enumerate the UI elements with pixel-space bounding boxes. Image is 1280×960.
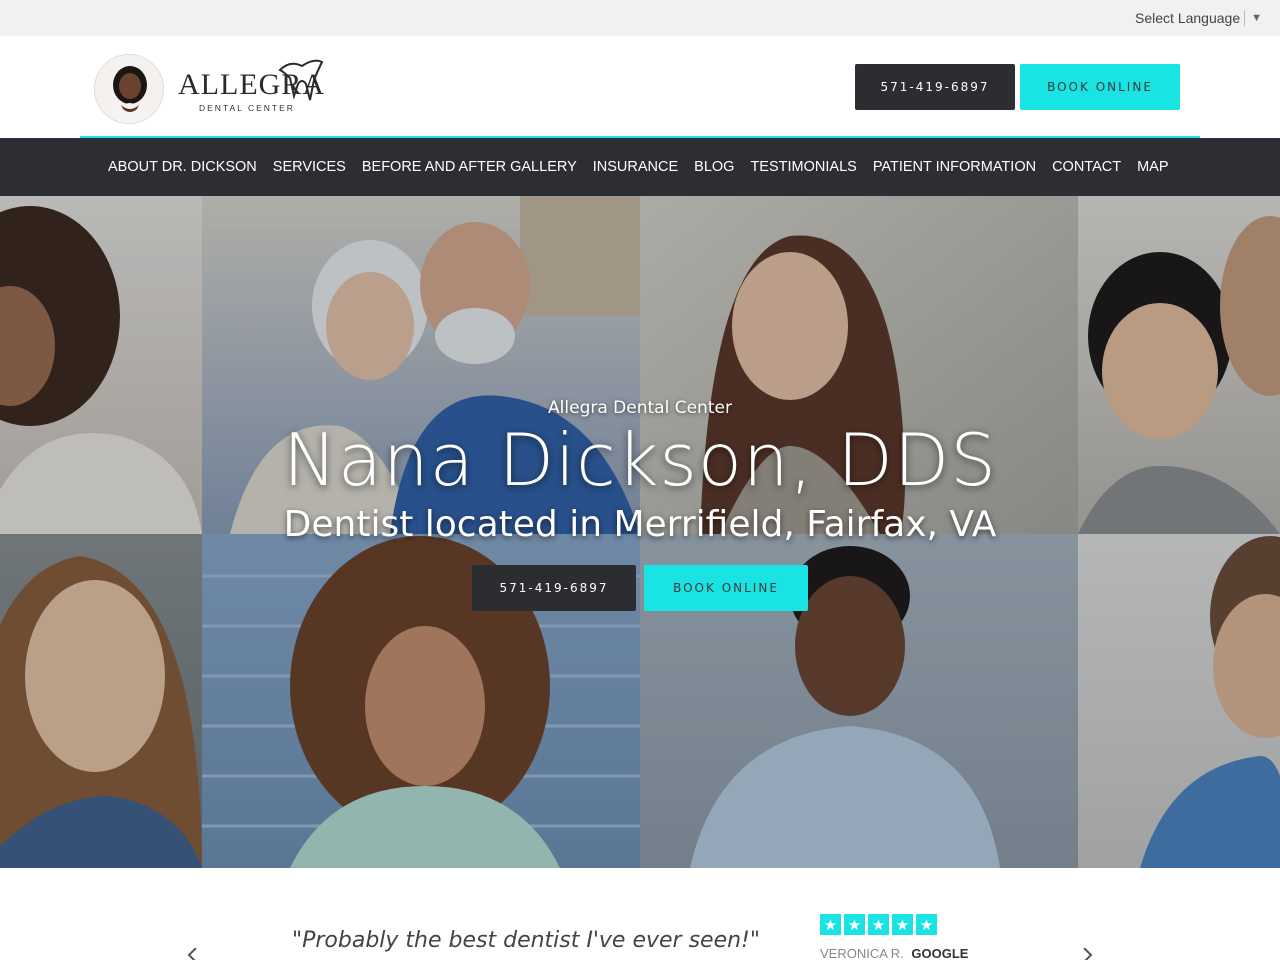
language-select-label: Select Language	[1135, 10, 1241, 26]
star-icon: ★	[844, 914, 865, 935]
review-quote: "Probably the best dentist I've ever see…	[292, 928, 760, 953]
main-nav: ABOUT DR. DICKSON SERVICES BEFORE AND AF…	[0, 138, 1280, 196]
hero-phone-button[interactable]: 571-419-6897	[472, 565, 636, 611]
hero-book-online-button[interactable]: BOOK ONLINE	[644, 565, 808, 611]
nav-item-gallery[interactable]: BEFORE AND AFTER GALLERY	[354, 159, 585, 175]
star-icon: ★	[820, 914, 841, 935]
nav-item-testimonials[interactable]: TESTIMONIALS	[742, 159, 864, 175]
reviewer: VERONICA R. GOOGLE	[820, 946, 968, 960]
header-phone-button[interactable]: 571-419-6897	[855, 64, 1015, 110]
star-icon: ★	[916, 914, 937, 935]
hero-banner: Allegra Dental Center Nana Dickson, DDS …	[0, 196, 1280, 868]
nav-item-insurance[interactable]: INSURANCE	[585, 159, 686, 175]
star-icon: ★	[892, 914, 913, 935]
review-rating: ★ ★ ★ ★ ★	[820, 914, 937, 935]
logo-name: ALLEGRA	[178, 68, 325, 101]
nav-item-map[interactable]: MAP	[1129, 159, 1176, 175]
logo[interactable]: ALLEGRA DENTAL CENTER	[176, 56, 326, 118]
hero-title: Nana Dickson, DDS	[283, 418, 997, 502]
header-book-online-button[interactable]: BOOK ONLINE	[1020, 64, 1180, 110]
logo-subtitle: DENTAL CENTER	[199, 103, 295, 113]
chevron-left-icon[interactable]	[186, 948, 200, 960]
doctor-avatar	[94, 54, 164, 124]
nav-item-blog[interactable]: BLOG	[686, 159, 742, 175]
nav-item-contact[interactable]: CONTACT	[1044, 159, 1129, 175]
review-carousel: "Probably the best dentist I've ever see…	[0, 868, 1280, 960]
reviewer-name: VERONICA R.	[820, 946, 904, 960]
review-source: GOOGLE	[911, 946, 969, 960]
language-select[interactable]: Select Language ▼	[1135, 10, 1262, 26]
star-icon: ★	[868, 914, 889, 935]
chevron-right-icon[interactable]	[1080, 948, 1094, 960]
hero-eyebrow: Allegra Dental Center	[548, 398, 732, 418]
divider	[1244, 10, 1246, 26]
triangle-down-icon: ▼	[1251, 12, 1262, 24]
language-bar: Select Language ▼	[0, 0, 1280, 36]
nav-item-about[interactable]: ABOUT DR. DICKSON	[100, 159, 265, 175]
nav-item-patient-information[interactable]: PATIENT INFORMATION	[865, 159, 1044, 175]
nav-item-services[interactable]: SERVICES	[265, 159, 354, 175]
hero-subtitle: Dentist located in Merrifield, Fairfax, …	[283, 504, 997, 545]
